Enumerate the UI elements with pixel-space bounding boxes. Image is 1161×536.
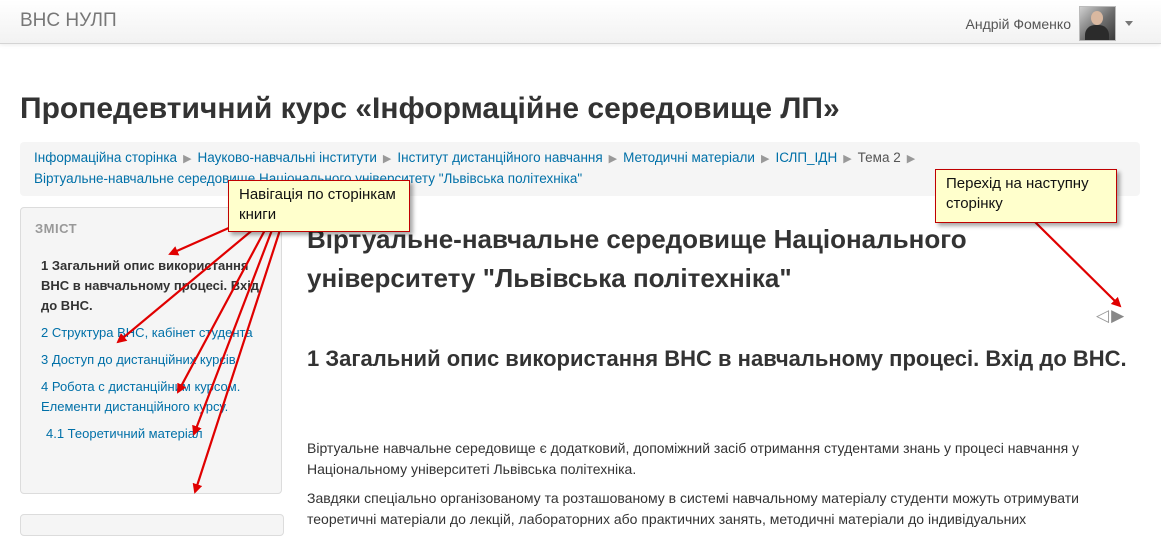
content-paragraph: Завдяки спеціально організованому та роз… <box>307 490 1079 527</box>
toc-block: ЗМІСТ 1 Загальний опис використання ВНС … <box>20 207 282 494</box>
breadcrumb-separator-icon: ▶ <box>906 153 916 165</box>
content-paragraph: Віртуальне навчальне середовище є додатк… <box>307 440 1080 477</box>
book-title: Віртуальне-навчальне середовище Націонал… <box>307 224 967 293</box>
prev-page-icon[interactable]: ◁ <box>1096 306 1109 325</box>
toc-item[interactable]: 2 Структура ВНС, кабінет студента <box>41 325 253 340</box>
annotation-callout: Навігація по сторінкам книги <box>228 180 410 232</box>
book-navigation: ◁ ▶ <box>1096 306 1124 326</box>
chapter-title: 1 Загальний опис використання ВНС в навч… <box>307 346 1127 371</box>
top-navbar: ВНС НУЛП Андрій Фоменко <box>0 0 1161 44</box>
sidebar-block <box>20 514 284 536</box>
toc-subitem[interactable]: 4.1 Теоретичний матеріал <box>46 426 203 441</box>
breadcrumb-separator-icon: ▶ <box>843 153 852 165</box>
annotation-callout: Перехід на наступну сторінку <box>935 169 1117 223</box>
breadcrumb-item[interactable]: Інститут дистанційного навчання <box>397 150 602 165</box>
page-title: Пропедевтичний курс «Інформаційне середо… <box>20 92 840 125</box>
breadcrumb-item-current: Тема 2 <box>857 150 901 165</box>
toc-item[interactable]: 3 Доступ до дистанційних курсів <box>41 352 236 367</box>
breadcrumb-separator-icon: ▶ <box>608 153 618 165</box>
toc-item[interactable]: 4 Робота с дистанційним курсом. Елементи… <box>41 379 240 414</box>
user-menu[interactable]: Андрій Фоменко <box>966 6 1133 41</box>
user-name[interactable]: Андрій Фоменко <box>966 16 1072 32</box>
breadcrumb-separator-icon: ▶ <box>183 153 192 165</box>
breadcrumb-item[interactable]: Інформаційна сторінка <box>34 150 177 165</box>
site-brand-link[interactable]: ВНС НУЛП <box>20 10 117 32</box>
next-page-icon[interactable]: ▶ <box>1111 306 1124 325</box>
breadcrumb-item[interactable]: Науково-навчальні інститути <box>198 150 377 165</box>
toc-title: ЗМІСТ <box>35 221 78 236</box>
breadcrumb-item[interactable]: Методичні матеріали <box>623 150 755 165</box>
avatar[interactable] <box>1079 6 1116 41</box>
breadcrumb-item[interactable]: ІСЛП_ІДН <box>775 150 837 165</box>
chevron-down-icon[interactable] <box>1125 21 1133 26</box>
breadcrumb-separator-icon: ▶ <box>382 153 392 165</box>
toc-item-active: 1 Загальний опис використання ВНС в навч… <box>41 258 260 313</box>
toc-list: 1 Загальний опис використання ВНС в навч… <box>41 256 263 451</box>
breadcrumb-separator-icon: ▶ <box>760 153 770 165</box>
